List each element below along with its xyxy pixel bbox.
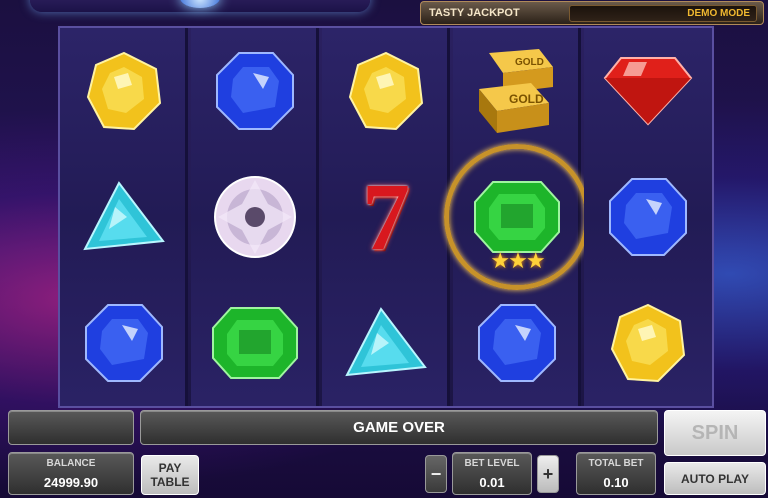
- pay-table-line1: PAY: [158, 461, 182, 475]
- balance-value: 24999.90: [43, 475, 99, 490]
- message-bar: GAME OVER: [140, 410, 658, 445]
- reel-grid: 7 GOLD GOLD ★★★: [58, 26, 714, 408]
- blue-gem-icon: [60, 280, 188, 406]
- bet-decrease-button[interactable]: −: [425, 455, 447, 493]
- win-display: [8, 410, 134, 445]
- reel-1: [60, 28, 188, 406]
- win-stars-icon: ★★★: [490, 248, 545, 273]
- bet-increase-button[interactable]: +: [537, 455, 559, 493]
- green-gem-icon: [191, 280, 319, 406]
- gold-text-1: GOLD: [515, 57, 544, 68]
- blue-gem-icon: [584, 154, 712, 280]
- bet-level-panel: BET LEVEL 0.01: [452, 452, 532, 495]
- total-bet-label: TOTAL BET: [588, 458, 644, 469]
- game-logo: [30, 0, 370, 12]
- reel-2: [191, 28, 319, 406]
- teal-triangle-gem-icon: [60, 154, 188, 280]
- seven-symbol: 7: [362, 163, 410, 270]
- auto-play-button[interactable]: AUTO PLAY: [664, 462, 766, 495]
- yellow-gem-icon: [322, 28, 450, 154]
- bet-level-label: BET LEVEL: [464, 458, 520, 469]
- bet-level-value: 0.01: [479, 475, 505, 490]
- blue-gem-icon: [453, 280, 581, 406]
- diamond-icon: [191, 154, 319, 280]
- pay-table-button[interactable]: PAY TABLE: [141, 455, 199, 495]
- reel-4: GOLD GOLD ★★★: [444, 28, 590, 406]
- yellow-gem-icon: [584, 280, 712, 406]
- red-seven-icon: 7: [322, 154, 450, 280]
- spin-button[interactable]: SPIN: [664, 410, 766, 456]
- reel-5: [584, 28, 712, 406]
- yellow-gem-icon: [60, 28, 188, 154]
- reel-3: 7: [322, 28, 450, 406]
- total-bet-value: 0.10: [603, 475, 629, 490]
- gold-bars-icon: GOLD GOLD: [453, 28, 581, 154]
- teal-triangle-gem-icon: [322, 280, 450, 406]
- gold-text-2: GOLD: [509, 92, 544, 106]
- demo-mode-label: DEMO MODE: [569, 5, 757, 22]
- balance-panel: BALANCE 24999.90: [8, 452, 134, 495]
- balance-label: BALANCE: [46, 458, 96, 469]
- jackpot-bar: TASTY JACKPOT DEMO MODE: [420, 1, 764, 25]
- total-bet-panel: TOTAL BET 0.10: [576, 452, 656, 495]
- winning-green-gem: ★★★: [444, 144, 590, 290]
- game-message: GAME OVER: [353, 419, 445, 436]
- pay-table-line2: TABLE: [150, 475, 190, 489]
- jackpot-label: TASTY JACKPOT: [429, 7, 520, 19]
- red-gem-icon: [584, 28, 712, 154]
- logo-diamond-icon: [180, 0, 220, 8]
- blue-gem-icon: [191, 28, 319, 154]
